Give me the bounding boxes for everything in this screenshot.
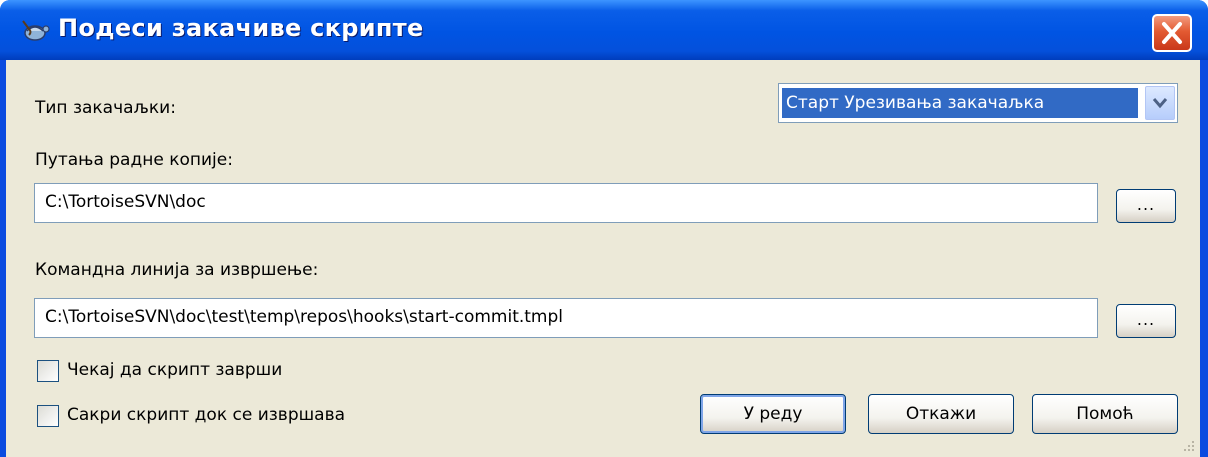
close-icon: [1162, 22, 1182, 44]
chevron-down-icon: [1152, 98, 1168, 109]
resize-grip-icon[interactable]: [1180, 437, 1196, 453]
browse-command-button[interactable]: ...: [1116, 304, 1176, 338]
wait-for-script-checkbox[interactable]: [37, 360, 59, 382]
hide-script-label[interactable]: Сакри скрипт док се извршава: [67, 405, 345, 425]
hook-scripts-dialog: Подеси закачиве скрипте Тип закачаљки: С…: [0, 0, 1208, 457]
hook-type-label: Тип закачаљки:: [35, 98, 176, 118]
tortoise-hook-icon: [22, 20, 50, 41]
ok-button[interactable]: У реду: [700, 394, 846, 434]
working-copy-label: Путања радне копије:: [35, 150, 233, 170]
command-line-label: Командна линија за извршење:: [35, 260, 319, 280]
hide-script-checkbox[interactable]: [37, 405, 59, 427]
window-title: Подеси закачиве скрипте: [58, 14, 424, 42]
close-button[interactable]: [1152, 14, 1192, 52]
hook-type-select[interactable]: Старт Урезивања закачаљка: [778, 83, 1178, 123]
browse-working-copy-button[interactable]: ...: [1116, 189, 1176, 223]
working-copy-path-input[interactable]: C:\TortoiseSVN\doc: [34, 183, 1098, 223]
command-line-input[interactable]: C:\TortoiseSVN\doc\test\temp\repos\hooks…: [34, 298, 1098, 338]
dialog-body: Тип закачаљки: Старт Урезивања закачаљка…: [6, 60, 1200, 457]
hook-type-dropdown-button[interactable]: [1145, 86, 1175, 120]
help-button[interactable]: Помоћ: [1032, 394, 1178, 434]
wait-for-script-label[interactable]: Чекај да скрипт заврши: [67, 360, 282, 380]
hook-type-selected-value: Старт Урезивања закачаљка: [782, 88, 1138, 118]
title-bar[interactable]: Подеси закачиве скрипте: [0, 0, 1208, 60]
cancel-button[interactable]: Откажи: [868, 394, 1014, 434]
